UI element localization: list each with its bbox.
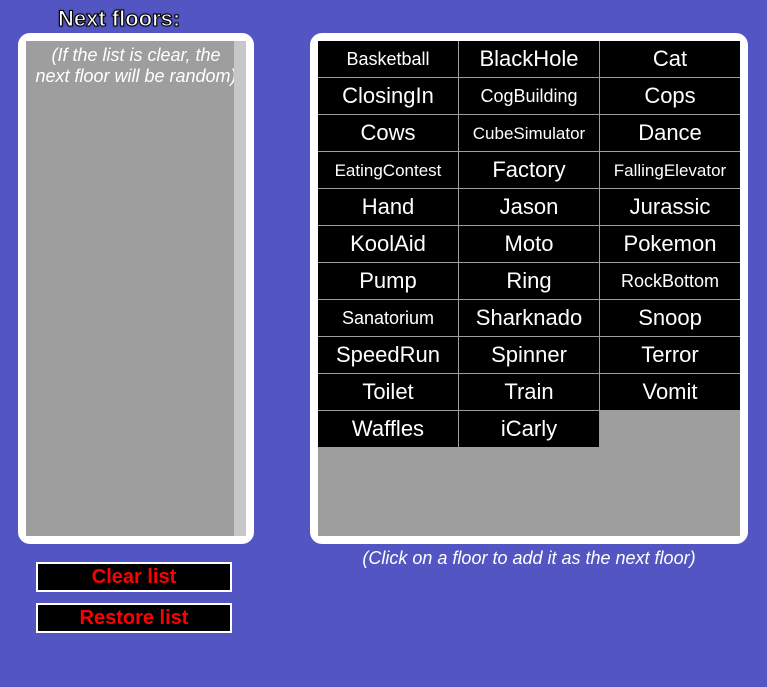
queue-list: (If the list is clear, the next floor wi… <box>26 41 246 536</box>
floor-option[interactable]: Moto <box>459 226 599 262</box>
floor-option[interactable]: Jurassic <box>600 189 740 225</box>
floor-option[interactable]: Terror <box>600 337 740 373</box>
floor-option[interactable]: Jason <box>459 189 599 225</box>
scrollbar[interactable] <box>234 41 246 536</box>
floor-option[interactable]: FallingElevator <box>600 152 740 188</box>
floor-option[interactable]: Spinner <box>459 337 599 373</box>
floor-option[interactable]: KoolAid <box>318 226 458 262</box>
floor-option[interactable]: iCarly <box>459 411 599 447</box>
floor-option[interactable]: Waffles <box>318 411 458 447</box>
floor-option[interactable]: Sanatorium <box>318 300 458 336</box>
floor-option[interactable]: Factory <box>459 152 599 188</box>
queue-empty-hint: (If the list is clear, the next floor wi… <box>26 41 246 86</box>
floor-option[interactable]: CogBuilding <box>459 78 599 114</box>
floor-option[interactable]: Toilet <box>318 374 458 410</box>
clear-list-button[interactable]: Clear list <box>36 562 232 592</box>
floor-option[interactable]: CubeSimulator <box>459 115 599 151</box>
floor-option[interactable]: Train <box>459 374 599 410</box>
floor-option[interactable]: Cat <box>600 41 740 77</box>
floor-picker-inner: BasketballBlackHoleCat ClosingInCogBuildi… <box>318 41 740 536</box>
floor-option[interactable]: Pump <box>318 263 458 299</box>
floor-option[interactable]: Hand <box>318 189 458 225</box>
floor-option[interactable]: Pokemon <box>600 226 740 262</box>
floor-option[interactable]: Cows <box>318 115 458 151</box>
floor-option[interactable]: RockBottom <box>600 263 740 299</box>
floor-option[interactable]: BlackHole <box>459 41 599 77</box>
floor-grid: BasketballBlackHoleCat ClosingInCogBuildi… <box>318 41 740 447</box>
floor-option[interactable]: Snoop <box>600 300 740 336</box>
floor-option[interactable]: EatingContest <box>318 152 458 188</box>
floor-option[interactable]: Ring <box>459 263 599 299</box>
floor-picker-panel: BasketballBlackHoleCat ClosingInCogBuildi… <box>310 33 748 544</box>
floor-option[interactable]: Cops <box>600 78 740 114</box>
floor-option[interactable]: Dance <box>600 115 740 151</box>
queue-panel: (If the list is clear, the next floor wi… <box>18 33 254 544</box>
floor-option[interactable]: SpeedRun <box>318 337 458 373</box>
floor-option[interactable]: Basketball <box>318 41 458 77</box>
floor-option[interactable]: Vomit <box>600 374 740 410</box>
page-title: Next floors: <box>58 6 767 32</box>
floor-option[interactable]: Sharknado <box>459 300 599 336</box>
restore-list-button[interactable]: Restore list <box>36 603 232 633</box>
floor-option[interactable]: ClosingIn <box>318 78 458 114</box>
floor-picker-hint: (Click on a floor to add it as the next … <box>310 548 748 569</box>
